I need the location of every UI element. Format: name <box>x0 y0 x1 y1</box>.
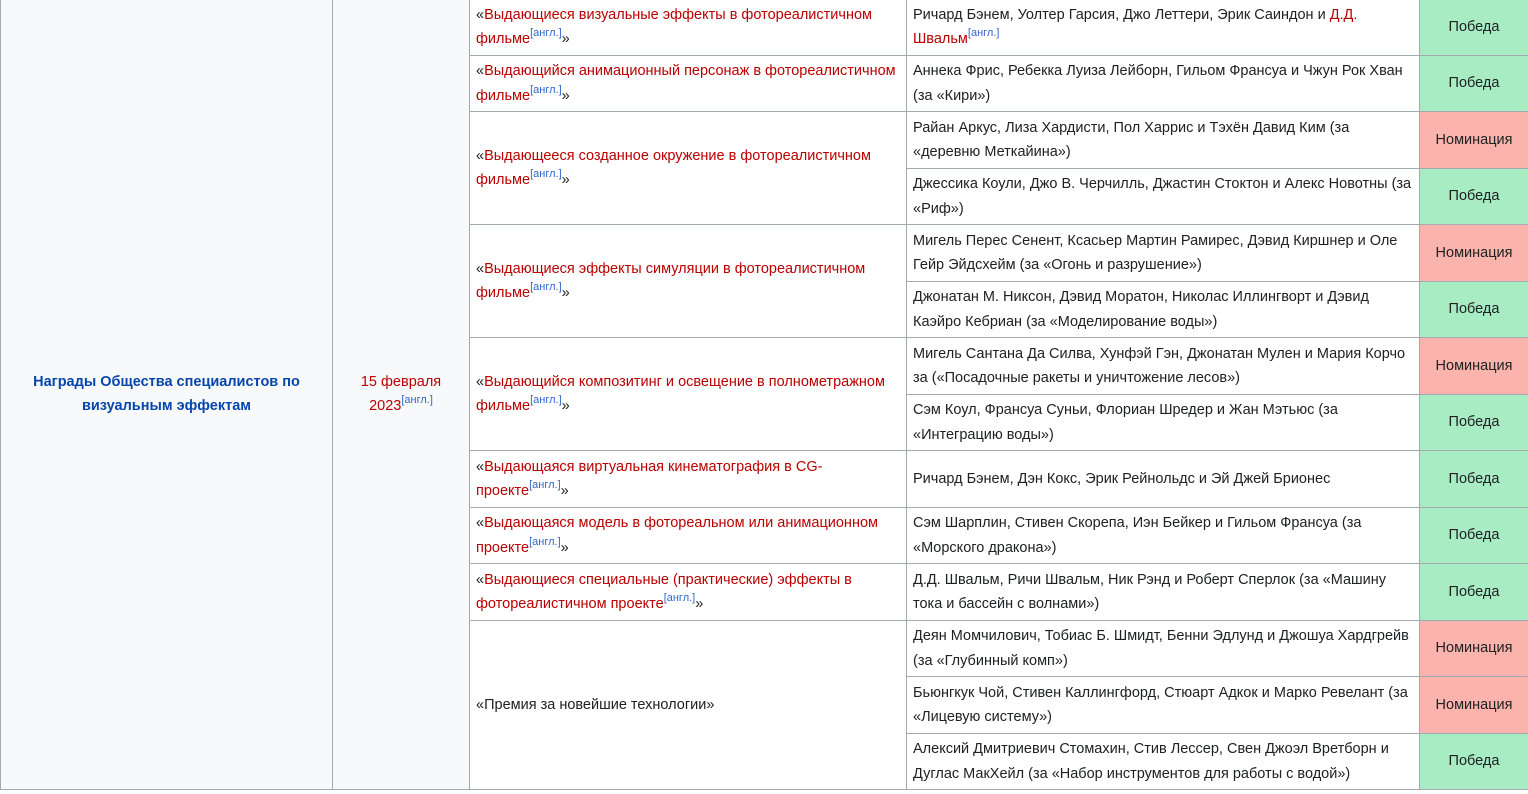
recipients-cell: Ричард Бэнем, Дэн Кокс, Эрик Рейнольдс и… <box>906 450 1420 508</box>
category-cell: «Выдающийся композитинг и освещение в по… <box>469 337 907 451</box>
result-nomination-badge: Номинация <box>1419 676 1528 734</box>
category-ref: [англ.] <box>530 281 562 293</box>
quote-open: « <box>476 373 485 390</box>
category-cell: «Выдающееся созданное окружение в фоторе… <box>469 111 907 225</box>
ceremony-date-ref: [англ.] <box>401 394 433 406</box>
recipients-cell: Сэм Шарплин, Стивен Скорепа, Иэн Бейкер … <box>906 507 1420 564</box>
result-win-badge: Победа <box>1419 563 1528 621</box>
quote-open: « <box>476 515 485 531</box>
category-ref: [англ.] <box>530 168 562 180</box>
reference-link[interactable]: [англ.] <box>529 536 561 548</box>
quote-open: « <box>476 571 485 588</box>
quote-open: « <box>476 147 485 164</box>
result-win-badge: Победа <box>1419 281 1528 338</box>
category-cell: «Выдающиеся специальные (практические) э… <box>469 563 907 621</box>
quote-open: « <box>476 458 485 475</box>
recipients-cell: Алексий Дмитриевич Стомахин, Стив Лессер… <box>906 733 1420 790</box>
category-name: Премия за новейшие технологии <box>484 696 707 713</box>
category-cell: «Премия за новейшие технологии» <box>469 620 907 790</box>
result-win-badge: Победа <box>1419 733 1528 790</box>
result-win-badge: Победа <box>1419 507 1528 564</box>
recipients-text: Бьюнгкук Чой, Стивен Каллингфорд, Стюарт… <box>913 684 1408 726</box>
recipients-text: Сэм Шарплин, Стивен Скорепа, Иэн Бейкер … <box>913 515 1362 556</box>
category-cell: «Выдающаяся виртуальная кинематография в… <box>469 450 907 508</box>
quote-close: » <box>561 172 570 188</box>
recipients-text: Мигель Сантана Да Силва, Хунфэй Гэн, Джо… <box>913 345 1406 387</box>
recipients-text: Деян Момчилович, Тобиас Б. Шмидт, Бенни … <box>913 628 1409 669</box>
reference-link[interactable]: [англ.] <box>664 592 696 604</box>
awards-table-body: Награды Общества специалистов по визуаль… <box>0 0 1528 790</box>
result-nomination-badge: Номинация <box>1419 111 1528 169</box>
quote-open: « <box>476 6 485 23</box>
result-nomination-badge: Номинация <box>1419 620 1528 677</box>
category-cell: «Выдающиеся эффекты симуляции в фотореал… <box>469 224 907 338</box>
reference-link[interactable]: [англ.] <box>530 168 562 180</box>
recipients-text: Мигель Перес Сенент, Ксасьер Мартин Рами… <box>913 232 1398 274</box>
category-link[interactable]: Выдающаяся виртуальная кинематография в … <box>476 459 822 500</box>
recipients-cell: Мигель Сантана Да Силва, Хунфэй Гэн, Джо… <box>906 337 1420 395</box>
awards-table: Награды Общества специалистов по визуаль… <box>0 0 1528 790</box>
reference-link[interactable]: [англ.] <box>968 27 1000 39</box>
quote-close: » <box>561 31 570 47</box>
quote-close: » <box>695 596 704 612</box>
recipients-text: Джонатан М. Никсон, Дэвид Моратон, Никол… <box>913 289 1369 330</box>
recipients-text: Райан Аркус, Лиза Хардисти, Пол Харрис и… <box>913 119 1350 161</box>
recipients-cell: Д.Д. Швальм, Ричи Швальм, Ник Рэнд и Роб… <box>906 563 1420 621</box>
recipients-text: Аннека Фрис, Ребекка Луиза Лейборн, Гиль… <box>913 63 1403 104</box>
recipients-text: Сэм Коул, Франсуа Суньи, Флориан Шредер … <box>913 402 1338 443</box>
category-ref: [англ.] <box>530 84 562 96</box>
result-nomination-badge: Номинация <box>1419 224 1528 282</box>
category-cell: «Выдающиеся визуальные эффекты в фотореа… <box>469 0 907 56</box>
ceremony-date-cell: 15 февраля 2023[англ.] <box>332 0 470 790</box>
recipients-cell: Ричард Бэнем, Уолтер Гарсия, Джо Леттери… <box>906 0 1420 56</box>
recipients-cell: Джонатан М. Никсон, Дэвид Моратон, Никол… <box>906 281 1420 338</box>
recipients-cell: Деян Момчилович, Тобиас Б. Шмидт, Бенни … <box>906 620 1420 677</box>
quote-open: « <box>476 260 485 277</box>
result-win-badge: Победа <box>1419 394 1528 451</box>
result-win-badge: Победа <box>1419 0 1528 56</box>
recipients-text: Джессика Коули, Джо В. Черчилль, Джастин… <box>913 176 1412 217</box>
table-row: Награды Общества специалистов по визуаль… <box>0 0 1528 790</box>
category-ref: [англ.] <box>529 479 561 491</box>
quote-close: » <box>561 398 570 414</box>
quote-close: » <box>560 539 569 556</box>
result-win-badge: Победа <box>1419 55 1528 112</box>
organization-link[interactable]: Награды Общества специалистов по визуаль… <box>33 374 300 415</box>
quote-close: » <box>706 696 715 713</box>
quote-open: « <box>476 696 485 713</box>
category-ref: [англ.] <box>664 592 696 604</box>
recipients-text: Ричард Бэнем, Дэн Кокс, Эрик Рейнольдс и… <box>913 470 1331 487</box>
reference-link[interactable]: [англ.] <box>529 479 561 491</box>
category-ref: [англ.] <box>530 394 562 406</box>
result-win-badge: Победа <box>1419 168 1528 225</box>
category-ref: [англ.] <box>530 27 562 39</box>
reference-link[interactable]: [англ.] <box>530 84 562 96</box>
recipients-cell: Сэм Коул, Франсуа Суньи, Флориан Шредер … <box>906 394 1420 451</box>
recipients-text: Д.Д. Швальм, Ричи Швальм, Ник Рэнд и Роб… <box>913 571 1387 613</box>
recipients-cell: Джессика Коули, Джо В. Черчилль, Джастин… <box>906 168 1420 225</box>
reference-link[interactable]: [англ.] <box>530 27 562 39</box>
recipients-cell: Аннека Фрис, Ребекка Луиза Лейборн, Гиль… <box>906 55 1420 112</box>
recipients-cell: Райан Аркус, Лиза Хардисти, Пол Харрис и… <box>906 111 1420 169</box>
quote-close: » <box>560 483 569 499</box>
reference-link[interactable]: [англ.] <box>401 394 433 406</box>
recipients-text: Алексий Дмитриевич Стомахин, Стив Лессер… <box>913 741 1389 782</box>
recipients-cell: Бьюнгкук Чой, Стивен Каллингфорд, Стюарт… <box>906 676 1420 734</box>
result-win-badge: Победа <box>1419 450 1528 508</box>
recipients-text: Ричард Бэнем, Уолтер Гарсия, Джо Леттери… <box>913 6 1330 23</box>
quote-close: » <box>561 87 570 104</box>
organization-cell: Награды Общества специалистов по визуаль… <box>0 0 333 790</box>
recipient-ref: [англ.] <box>968 27 1000 39</box>
reference-link[interactable]: [англ.] <box>530 281 562 293</box>
category-cell: «Выдающийся анимационный персонаж в фото… <box>469 55 907 112</box>
category-cell: «Выдающаяся модель в фотореальном или ан… <box>469 507 907 564</box>
reference-link[interactable]: [англ.] <box>530 394 562 406</box>
quote-open: « <box>476 63 485 79</box>
quote-close: » <box>561 285 570 301</box>
category-ref: [англ.] <box>529 536 561 548</box>
recipients-cell: Мигель Перес Сенент, Ксасьер Мартин Рами… <box>906 224 1420 282</box>
result-nomination-badge: Номинация <box>1419 337 1528 395</box>
